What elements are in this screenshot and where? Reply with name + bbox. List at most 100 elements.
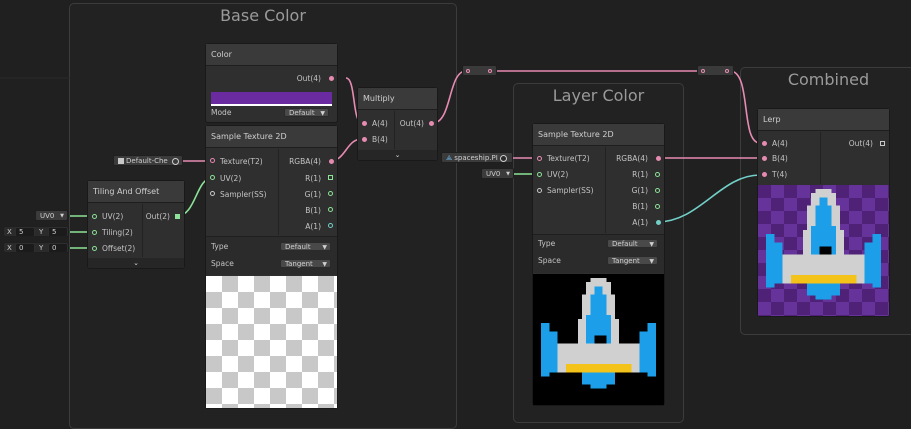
color-node[interactable]: Color Out(4) Mode Default ▼ xyxy=(206,44,337,122)
layer-uv-value: UV0 xyxy=(486,170,501,178)
lerp-t-input-port[interactable] xyxy=(762,172,767,177)
base-sampler-input-port[interactable] xyxy=(210,191,215,196)
layer-sampler-input-port[interactable] xyxy=(537,188,542,193)
layer-b-output-port[interactable] xyxy=(655,204,660,209)
base-space-dropdown[interactable]: Tangent ▼ xyxy=(280,259,331,268)
sample-texture-layer-node[interactable]: Sample Texture 2D Texture(T2) UV(2) Samp… xyxy=(533,124,664,405)
collapse-chevron-icon[interactable]: ⌄ xyxy=(88,258,184,268)
layer-space-label: Space xyxy=(538,256,561,265)
color-mode-value: Default xyxy=(289,109,315,117)
layer-b-output-label: B(1) xyxy=(632,202,648,211)
wire-multiply-out-to-reroute xyxy=(432,70,467,124)
base-texture-input-port[interactable] xyxy=(210,158,215,163)
base-space-value: Tangent xyxy=(285,260,313,268)
lerp-a-label: A(4) xyxy=(772,139,788,148)
base-a-output-label: A(1) xyxy=(305,222,321,231)
offset-vector-field[interactable]: X 0 Y 0 xyxy=(3,242,69,253)
port-divider xyxy=(820,132,821,184)
tiling-vector-field[interactable]: X 5 Y 5 xyxy=(3,226,69,237)
color-node-output-port[interactable] xyxy=(329,76,334,81)
object-picker-icon[interactable] xyxy=(172,158,179,165)
tiling-output-port[interactable] xyxy=(175,214,180,219)
spaceship-texture-field[interactable]: ⟁ spaceship.PI xyxy=(441,152,513,163)
reroute-in-port[interactable] xyxy=(701,69,705,73)
layer-r-output-port[interactable] xyxy=(655,172,660,177)
tiling-y-label: Y xyxy=(39,228,44,236)
spaceship-ref-label: spaceship.PI xyxy=(454,154,498,162)
reroute-node-1[interactable] xyxy=(462,65,497,76)
tiling-x-input[interactable]: 5 xyxy=(15,227,35,236)
chevron-down-icon: ▼ xyxy=(60,213,64,219)
layer-space-dropdown[interactable]: Tangent ▼ xyxy=(607,256,658,265)
object-picker-icon[interactable] xyxy=(500,155,507,162)
multiply-node-title: Multiply xyxy=(358,88,437,110)
base-type-dropdown[interactable]: Default ▼ xyxy=(280,242,331,251)
color-mode-dropdown[interactable]: Default ▼ xyxy=(284,108,329,117)
layer-rgba-output-label: RGBA(4) xyxy=(616,154,648,163)
reroute-out-port[interactable] xyxy=(725,69,729,73)
default-checker-texture-field[interactable]: Default-Che xyxy=(113,155,183,166)
layer-uv-input-label: UV(2) xyxy=(547,170,569,179)
offset-x-input[interactable]: 0 xyxy=(15,243,35,252)
reroute-in-port[interactable] xyxy=(466,69,470,73)
offset-y-label: Y xyxy=(39,244,44,252)
tiling-uv-input-port[interactable] xyxy=(92,214,97,219)
tiling-uv-label: UV(2) xyxy=(102,212,124,221)
base-g-output-port[interactable] xyxy=(328,191,333,196)
lerp-a-input-port[interactable] xyxy=(762,141,767,146)
wire-reroute-to-lerp-a xyxy=(729,70,761,144)
layer-g-output-label: G(1) xyxy=(631,186,648,195)
offset-y-input[interactable]: 0 xyxy=(48,243,68,252)
offset-x-label: X xyxy=(7,244,12,252)
layer-sampler-input-label: Sampler(SS) xyxy=(547,186,594,195)
chevron-down-icon: ▼ xyxy=(322,261,327,268)
tiling-uv-value: UV0 xyxy=(40,212,55,220)
layer-type-dropdown[interactable]: Default ▼ xyxy=(607,239,658,248)
layer-type-label: Type xyxy=(538,239,556,248)
tiling-output-label: Out(2) xyxy=(145,212,170,221)
base-uv-input-label: UV(2) xyxy=(220,174,242,183)
base-r-output-label: R(1) xyxy=(305,174,321,183)
base-uv-input-port[interactable] xyxy=(210,175,215,180)
tiling-and-offset-node[interactable]: Tiling And Offset UV(2) Tiling(2) Offset… xyxy=(88,181,184,268)
sample-texture-base-title: Sample Texture 2D xyxy=(206,126,337,148)
multiply-output-port[interactable] xyxy=(429,121,434,126)
tiling-offset-input-port[interactable] xyxy=(92,246,97,251)
sprite-asset-icon: ⟁ xyxy=(446,154,453,162)
multiply-a-input-port[interactable] xyxy=(362,121,367,126)
layer-texture-input-port[interactable] xyxy=(537,156,542,161)
sample-texture-base-node[interactable]: Sample Texture 2D Texture(T2) UV(2) Samp… xyxy=(206,126,337,408)
reroute-node-2[interactable] xyxy=(697,65,734,76)
port-divider xyxy=(394,111,395,149)
layer-rgba-output-port[interactable] xyxy=(656,156,661,161)
collapse-chevron-icon[interactable]: ⌄ xyxy=(358,150,437,160)
layer-uv-dropdown[interactable]: UV0 ▼ xyxy=(481,168,514,179)
multiply-node[interactable]: Multiply A(4) B(4) Out(4) ⌄ xyxy=(358,88,437,160)
texture-ref-label: Default-Che xyxy=(126,157,168,165)
chevron-down-icon: ▼ xyxy=(649,258,654,265)
multiply-b-input-port[interactable] xyxy=(362,137,367,142)
layer-g-output-port[interactable] xyxy=(655,188,660,193)
tiling-tiling-input-port[interactable] xyxy=(92,230,97,235)
base-rgba-output-port[interactable] xyxy=(329,159,334,164)
texture-thumb-icon xyxy=(118,158,124,164)
lerp-node[interactable]: Lerp A(4) B(4) T(4) Out(4) xyxy=(758,109,889,316)
layer-uv-input-port[interactable] xyxy=(537,172,542,177)
multiply-output-label: Out(4) xyxy=(399,119,424,128)
tiling-uv-dropdown[interactable]: UV0 ▼ xyxy=(35,210,68,221)
reroute-out-port[interactable] xyxy=(488,69,492,73)
tiling-x-label: X xyxy=(7,228,12,236)
base-a-output-port[interactable] xyxy=(328,223,333,228)
color-node-title: Color xyxy=(206,44,337,66)
lerp-output-label: Out(4) xyxy=(848,139,873,148)
tiling-y-input[interactable]: 5 xyxy=(48,227,68,236)
base-type-label: Type xyxy=(211,242,229,251)
lerp-b-input-port[interactable] xyxy=(762,156,767,161)
lerp-preview xyxy=(758,185,889,316)
base-r-output-port[interactable] xyxy=(328,175,333,180)
color-swatch[interactable] xyxy=(211,92,332,106)
lerp-output-port[interactable] xyxy=(880,141,885,146)
base-b-output-port[interactable] xyxy=(328,207,333,212)
chevron-down-icon: ▼ xyxy=(320,110,325,117)
layer-a-output-port[interactable] xyxy=(656,220,661,225)
